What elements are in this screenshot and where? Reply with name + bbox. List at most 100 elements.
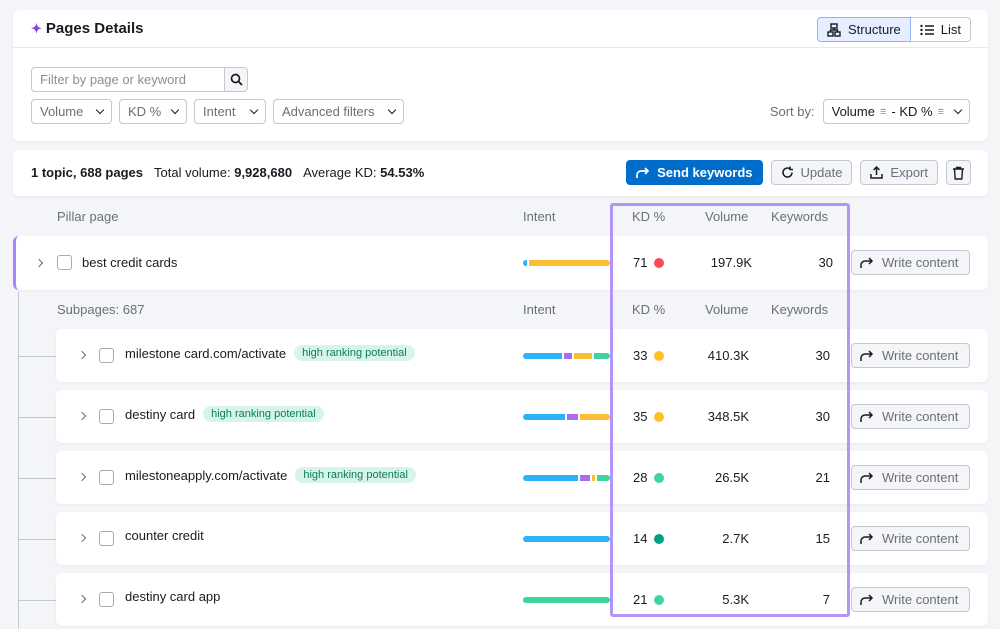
volume-value: 26.5K [715, 470, 749, 485]
volume-filter-dropdown[interactable]: Volume [31, 99, 112, 124]
row-checkbox[interactable] [99, 348, 114, 363]
kd-value: 28 [633, 470, 648, 485]
search-box [31, 67, 248, 92]
sort-secondary-label: - KD % [891, 104, 933, 119]
intent-segment [523, 414, 565, 420]
expand-chevron-icon[interactable] [77, 594, 87, 604]
send-keywords-button[interactable]: Send keywords [626, 160, 763, 185]
keywords-value: 30 [815, 409, 830, 424]
search-button[interactable] [224, 68, 247, 91]
sort-dropdown[interactable]: Volume ≡ - KD % ≡ [822, 99, 970, 124]
summary-text: 1 topic, 688 pages Total volume: 9,928,6… [31, 165, 424, 180]
subpage-name-text[interactable]: milestone card.com/activate [125, 346, 286, 361]
subpage-name-text[interactable]: counter credit [125, 528, 204, 543]
write-content-button[interactable]: Write content [851, 465, 970, 490]
update-button[interactable]: Update [770, 160, 853, 185]
write-content-button[interactable]: Write content [851, 587, 970, 612]
export-button[interactable]: Export [860, 160, 938, 185]
kd-cell: 28 [633, 470, 665, 485]
kd-difficulty-dot [654, 594, 665, 605]
keywords-value: 30 [818, 255, 833, 270]
kd-difficulty-dot [654, 472, 665, 483]
subpage-row[interactable]: destiny card app 21 5.3K 7 Write content [56, 573, 988, 626]
subpages-header: Subpages: 687 [57, 302, 144, 317]
write-content-label: Write content [882, 592, 959, 607]
kd-cell: 21 [633, 592, 665, 607]
summary-actions: Send keywords Update Export [626, 160, 971, 185]
kd-filter-dropdown[interactable]: KD % [119, 99, 187, 124]
kd-cell: 33 [633, 348, 665, 363]
search-icon [230, 73, 243, 86]
write-content-label: Write content [882, 409, 959, 424]
expand-chevron-icon[interactable] [77, 350, 87, 360]
advanced-filters-dropdown[interactable]: Advanced filters [273, 99, 404, 124]
row-checkbox[interactable] [99, 409, 114, 424]
intent-bar [523, 260, 610, 266]
write-content-label: Write content [882, 348, 959, 363]
write-content-button[interactable]: Write content [851, 404, 970, 429]
subpage-name[interactable]: milestone card.com/activate high ranking … [125, 345, 415, 361]
subpage-name-text[interactable]: milestoneapply.com/activate [125, 468, 287, 483]
intent-segment [566, 414, 579, 420]
intent-bar [523, 414, 610, 420]
list-view-button[interactable]: List [910, 17, 971, 42]
subpage-name[interactable]: counter credit [125, 528, 204, 543]
pillar-page-name[interactable]: best credit cards [82, 255, 177, 270]
view-toggle: Structure List [817, 17, 971, 42]
chevron-down-icon [95, 105, 105, 115]
update-label: Update [800, 165, 843, 180]
write-content-button[interactable]: Write content [851, 526, 970, 551]
volume-value: 5.3K [722, 592, 749, 607]
search-input[interactable] [32, 68, 224, 91]
expand-chevron-icon[interactable] [77, 411, 87, 421]
expand-chevron-icon[interactable] [77, 533, 87, 543]
intent-segment [523, 475, 579, 481]
kd-value: 71 [633, 255, 648, 270]
kd-difficulty-dot [654, 350, 665, 361]
row-checkbox[interactable] [57, 255, 72, 270]
write-content-label: Write content [882, 470, 959, 485]
subpage-name[interactable]: destiny card app [125, 589, 220, 604]
subpage-row[interactable]: milestone card.com/activate high ranking … [56, 329, 988, 382]
subpage-row[interactable]: counter credit 14 2.7K 15 Write content [56, 512, 988, 565]
subpage-name[interactable]: milestoneapply.com/activate high ranking … [125, 467, 416, 483]
keywords-value: 7 [822, 592, 830, 607]
intent-column-header: Intent [523, 302, 556, 317]
subpage-name-text[interactable]: destiny card [125, 407, 195, 422]
subpage-name[interactable]: destiny card high ranking potential [125, 406, 324, 422]
kd-filter-label: KD % [128, 104, 162, 119]
kd-difficulty-dot [654, 411, 665, 422]
keywords-value: 30 [815, 348, 830, 363]
structure-icon [827, 22, 841, 37]
pillar-row[interactable]: best credit cards 71 197.9K 30 Write con… [13, 236, 988, 290]
share-arrow-icon [860, 256, 874, 268]
structure-view-button[interactable]: Structure [817, 17, 911, 42]
subpage-name-text[interactable]: destiny card app [125, 589, 220, 604]
average-kd-value: 54.53% [380, 165, 425, 180]
intent-segment [563, 353, 572, 359]
intent-bar [523, 597, 610, 603]
pillar-page-column-header: Pillar page [57, 209, 119, 224]
subpage-row[interactable]: destiny card high ranking potential 35 34… [56, 390, 988, 443]
subpage-row[interactable]: milestoneapply.com/activate high ranking … [56, 451, 988, 504]
row-checkbox[interactable] [99, 592, 114, 607]
topics-pages-count: 1 topic, 688 pages [31, 165, 143, 180]
sort-label: Sort by: [769, 104, 815, 119]
row-checkbox[interactable] [99, 470, 114, 485]
write-content-button[interactable]: Write content [851, 343, 970, 368]
expand-chevron-icon[interactable] [77, 472, 87, 482]
intent-filter-dropdown[interactable]: Intent [194, 99, 266, 124]
write-content-button[interactable]: Write content [851, 250, 970, 275]
delete-button[interactable] [946, 160, 971, 185]
share-arrow-icon [636, 166, 650, 178]
send-keywords-label: Send keywords [657, 165, 753, 180]
kd-cell: 71 [633, 255, 665, 270]
summary-bar: 1 topic, 688 pages Total volume: 9,928,6… [13, 150, 988, 196]
panel-header: ✦ Pages Details Structure List [13, 10, 988, 48]
share-arrow-icon [860, 410, 874, 422]
expand-chevron-icon[interactable] [34, 258, 44, 268]
row-checkbox[interactable] [99, 531, 114, 546]
sort-asc-icon: ≡ [937, 105, 944, 118]
keywords-column-header: Keywords [771, 302, 829, 317]
refresh-icon [781, 166, 793, 178]
